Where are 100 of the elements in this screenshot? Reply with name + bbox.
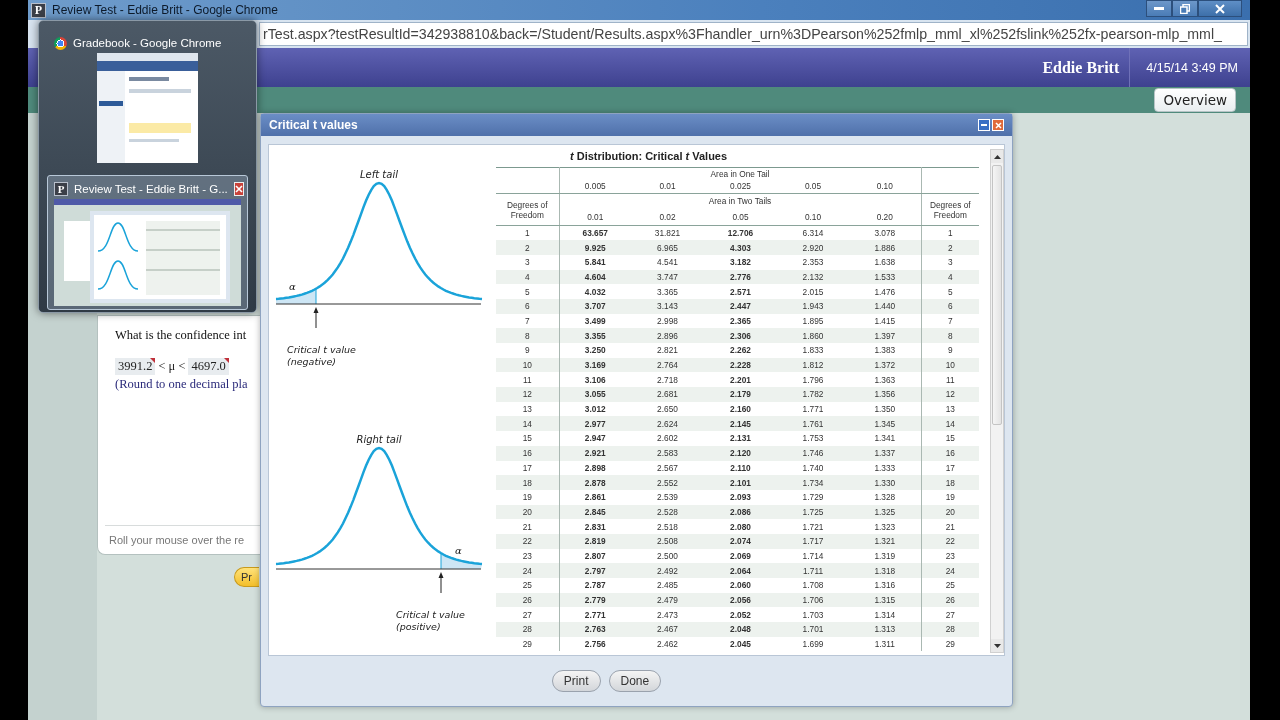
table-cell: 4.303 [704, 240, 777, 255]
table-cell: 1.721 [777, 519, 849, 534]
answer-field[interactable]: 4697.0 [188, 358, 229, 375]
table-cell: 1.397 [849, 328, 922, 343]
table-cell: 24 [496, 563, 559, 578]
table-cell: 28 [921, 622, 980, 637]
table-cell: 1.363 [849, 372, 922, 388]
table-cell: 2.179 [704, 387, 777, 402]
table-cell: 21 [496, 519, 559, 534]
switcher-item[interactable]: P Review Test - Eddie Britt - G... [47, 175, 248, 310]
table-cell: 1.711 [777, 563, 849, 578]
table-cell: 11 [921, 372, 980, 388]
switcher-title: Gradebook - Google Chrome [73, 37, 222, 49]
restore-icon [1180, 3, 1190, 14]
address-field[interactable]: rTest.aspx?testResultId=342938810&back=/Student/Results.aspx%3Fhandler_urn%3DPearson%252fmlp_mml_xl%252fslink%252fx-pearson-mlp_mml_ [259, 22, 1248, 46]
table-cell: 2.201 [704, 372, 777, 388]
table-cell: 2.064 [704, 563, 777, 578]
table-cell: 2.145 [704, 416, 777, 432]
table-cell: 18 [921, 475, 980, 490]
close-button[interactable] [1198, 0, 1242, 17]
dialog-button[interactable]: Print [551, 670, 601, 692]
table-cell: 1.341 [849, 431, 922, 446]
table-cell: 1.782 [777, 387, 849, 402]
table-cell: 3.055 [559, 387, 631, 402]
table-cell: 24 [921, 563, 980, 578]
action-button[interactable]: Pr [234, 567, 259, 587]
switcher-title: Review Test - Eddie Britt - G... [74, 183, 228, 195]
scroll-up-button[interactable] [991, 150, 1003, 163]
column-header: Area in One Tail [559, 167, 922, 180]
table-cell: 1.701 [777, 622, 849, 637]
table-cell: 2.467 [631, 622, 704, 637]
close-icon [1215, 3, 1225, 14]
table-cell: 1.316 [849, 578, 922, 593]
table-cell: 2.896 [631, 328, 704, 343]
minimize-icon [1154, 7, 1164, 10]
overview-button[interactable]: Overview [1154, 88, 1236, 112]
table-cell: 5 [921, 284, 980, 299]
table-cell: 5 [496, 284, 559, 299]
table-cell: 2.131 [704, 431, 777, 446]
table-cell: 27 [496, 607, 559, 623]
table-cell: 2.048 [704, 622, 777, 637]
close-icon [994, 121, 1002, 129]
table-cell: 2.763 [559, 622, 631, 637]
dialog-button[interactable]: Done [608, 670, 662, 692]
table-cell: 1.734 [777, 475, 849, 490]
dialog-title: Critical t values [269, 118, 358, 132]
switcher-item[interactable]: Gradebook - Google Chrome [47, 29, 248, 167]
table-cell: 1.356 [849, 387, 922, 402]
minimize-button[interactable] [1146, 0, 1172, 17]
table-cell: 3.106 [559, 372, 631, 388]
table-cell: 1.476 [849, 284, 922, 299]
table-cell: 21 [921, 519, 980, 534]
column-header: 0.10 [849, 179, 922, 194]
column-header: 0.025 [704, 179, 777, 194]
table-cell: 2.060 [704, 578, 777, 593]
scroll-down-button[interactable] [991, 639, 1003, 652]
up-arrow-icon [993, 154, 1001, 159]
alpha-label: α [289, 281, 296, 292]
table-cell: 2.624 [631, 416, 704, 432]
column-header: 0.10 [777, 208, 849, 226]
table-cell: 25 [496, 578, 559, 593]
table-cell: 27 [921, 607, 980, 623]
table-cell: 2.080 [704, 519, 777, 534]
table-cell: 1.796 [777, 372, 849, 388]
table-cell: 1.703 [777, 607, 849, 623]
scrollbar[interactable] [990, 149, 1004, 653]
question-text: What is the confidence int [115, 328, 248, 343]
table-cell: 2.878 [559, 475, 631, 490]
table-cell: 8 [921, 328, 980, 343]
browser-logo-icon [54, 36, 67, 50]
column-header: 0.01 [559, 208, 631, 226]
table-cell: 2.015 [777, 284, 849, 299]
answer-field[interactable]: 3991.2 [115, 358, 156, 375]
table-cell: 1.323 [849, 519, 922, 534]
table-cell: 14 [921, 416, 980, 432]
table-cell: 2.718 [631, 372, 704, 388]
column-header: 0.20 [849, 208, 922, 226]
caption-text: (negative) [287, 356, 336, 367]
restore-button[interactable] [1172, 0, 1198, 17]
figure-title: Left tail [360, 169, 398, 180]
column-header: Degrees of Freedom [921, 193, 980, 226]
table-cell: 15 [921, 431, 980, 446]
table-cell: 2.821 [631, 343, 704, 358]
caption-text: (positive) [396, 621, 441, 632]
scroll-thumb[interactable] [992, 165, 1002, 425]
table-cell: 2.920 [777, 240, 849, 255]
table-cell: 3.365 [631, 284, 704, 299]
table-cell: 2.681 [631, 387, 704, 402]
table-cell: 2 [921, 240, 980, 255]
column-header: 0.05 [777, 179, 849, 194]
column-header: Area in Two Tails [559, 193, 922, 209]
column-header: 0.01 [631, 179, 704, 194]
table-cell: 2.306 [704, 328, 777, 343]
table-cell: 12 [496, 387, 559, 402]
table-title: t Distribution: Critical t Values [569, 149, 729, 164]
table-cell: 3.250 [559, 343, 631, 358]
column-header: 0.02 [631, 208, 704, 226]
favicon: P [54, 182, 68, 196]
caption-text: Critical t value [287, 344, 356, 355]
table-cell: 1.314 [849, 607, 922, 623]
